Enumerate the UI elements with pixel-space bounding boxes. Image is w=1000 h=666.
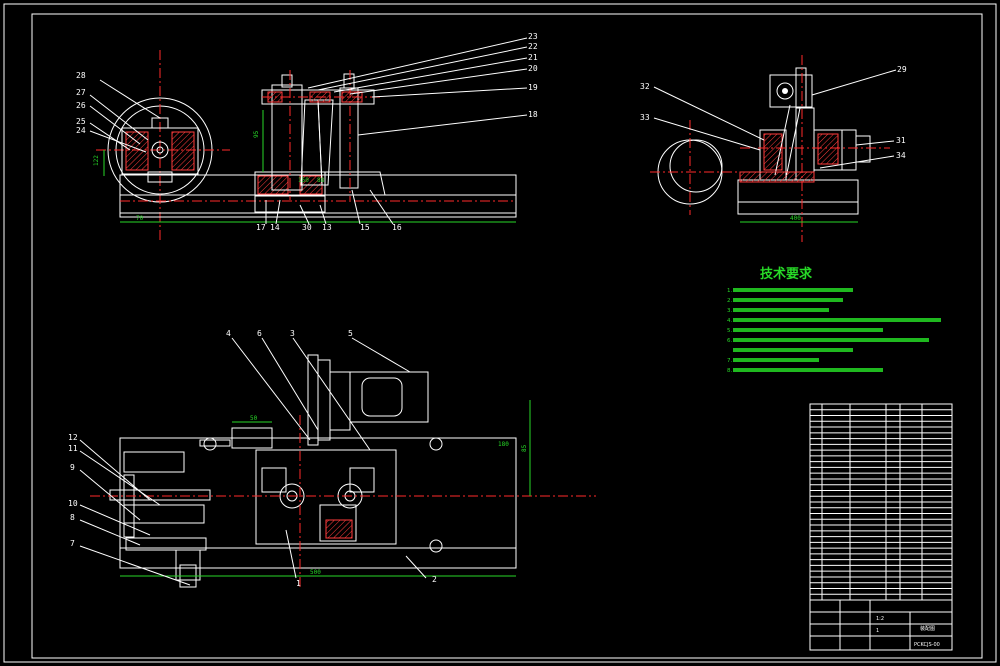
callout-22: 22 bbox=[528, 42, 538, 51]
callout-8: 8 bbox=[70, 513, 75, 522]
tech-req-4: 4. bbox=[727, 318, 732, 324]
callout-11: 11 bbox=[68, 444, 78, 453]
drawing-name: 装配图 bbox=[920, 625, 935, 632]
callout-3: 3 bbox=[290, 329, 295, 338]
tech-req-5: 5. bbox=[727, 328, 732, 334]
callout-1: 1 bbox=[296, 579, 301, 588]
callout-20: 20 bbox=[528, 64, 538, 73]
callout-9: 9 bbox=[70, 463, 75, 472]
front-view: 122 70 95 150 88 28 27 26 25 24 23 22 21… bbox=[76, 32, 538, 243]
svg-text:50: 50 bbox=[250, 415, 258, 422]
callout-2: 2 bbox=[432, 575, 437, 584]
drawing-scale: 1:2 bbox=[876, 616, 884, 622]
callout-32: 32 bbox=[640, 82, 650, 91]
callout-18: 18 bbox=[528, 110, 538, 119]
callout-15: 15 bbox=[360, 223, 370, 232]
bom-table bbox=[809, 403, 953, 601]
inner-frame bbox=[31, 13, 983, 659]
callout-29: 29 bbox=[897, 65, 907, 74]
tech-req-8: 8. bbox=[727, 368, 732, 374]
drawing-number: PCKCJS-00 bbox=[914, 642, 940, 648]
callout-17: 17 bbox=[256, 223, 266, 232]
tech-req-7: 7. bbox=[727, 358, 732, 364]
tech-req-6: 6. bbox=[727, 338, 732, 344]
svg-text:95: 95 bbox=[253, 130, 260, 138]
callout-30: 30 bbox=[302, 223, 312, 232]
svg-text:88: 88 bbox=[317, 177, 325, 184]
sheet-number: 1 bbox=[876, 628, 879, 634]
title-block: 装配图 1:2 1 PCKCJS-00 bbox=[809, 599, 953, 651]
svg-text:70: 70 bbox=[136, 215, 144, 222]
callout-34: 34 bbox=[896, 151, 906, 160]
cad-drawing-canvas: 122 70 95 150 88 28 27 26 25 24 23 22 21… bbox=[3, 3, 997, 663]
callout-5: 5 bbox=[348, 329, 353, 338]
callout-31: 31 bbox=[896, 136, 906, 145]
callout-13: 13 bbox=[322, 223, 332, 232]
callout-24: 24 bbox=[76, 126, 86, 135]
plan-view: 500 85 50 180 4 6 3 5 12 11 9 10 8 7 1 2 bbox=[68, 329, 596, 590]
callout-33: 33 bbox=[640, 113, 650, 122]
callout-6: 6 bbox=[257, 329, 262, 338]
tech-req-2: 2. bbox=[727, 298, 732, 304]
callout-12: 12 bbox=[68, 433, 78, 442]
callout-4: 4 bbox=[226, 329, 231, 338]
tech-requirements-title: 技术要求 bbox=[760, 266, 813, 282]
svg-text:150: 150 bbox=[298, 177, 309, 184]
svg-text:85: 85 bbox=[521, 444, 528, 452]
callout-19: 19 bbox=[528, 83, 538, 92]
tech-req-3: 3. bbox=[727, 308, 732, 314]
svg-text:400: 400 bbox=[790, 215, 801, 222]
tech-requirements: 技术要求 1. 2. 3. 4. 5. 6. 7. 8. bbox=[727, 266, 941, 374]
svg-text:500: 500 bbox=[310, 569, 321, 576]
outer-border bbox=[3, 3, 997, 663]
tech-req-1: 1. bbox=[727, 288, 732, 294]
callout-16: 16 bbox=[392, 223, 402, 232]
callout-28: 28 bbox=[76, 71, 86, 80]
callout-27: 27 bbox=[76, 88, 86, 97]
side-view: 400 32 33 29 31 34 bbox=[640, 55, 907, 242]
callout-10: 10 bbox=[68, 499, 78, 508]
callout-7: 7 bbox=[70, 539, 75, 548]
svg-text:180: 180 bbox=[498, 441, 509, 448]
callout-14: 14 bbox=[270, 223, 280, 232]
callout-23: 23 bbox=[528, 32, 538, 41]
callout-21: 21 bbox=[528, 53, 538, 62]
svg-text:122: 122 bbox=[93, 155, 100, 166]
callout-26: 26 bbox=[76, 101, 86, 110]
callout-25: 25 bbox=[76, 117, 86, 126]
